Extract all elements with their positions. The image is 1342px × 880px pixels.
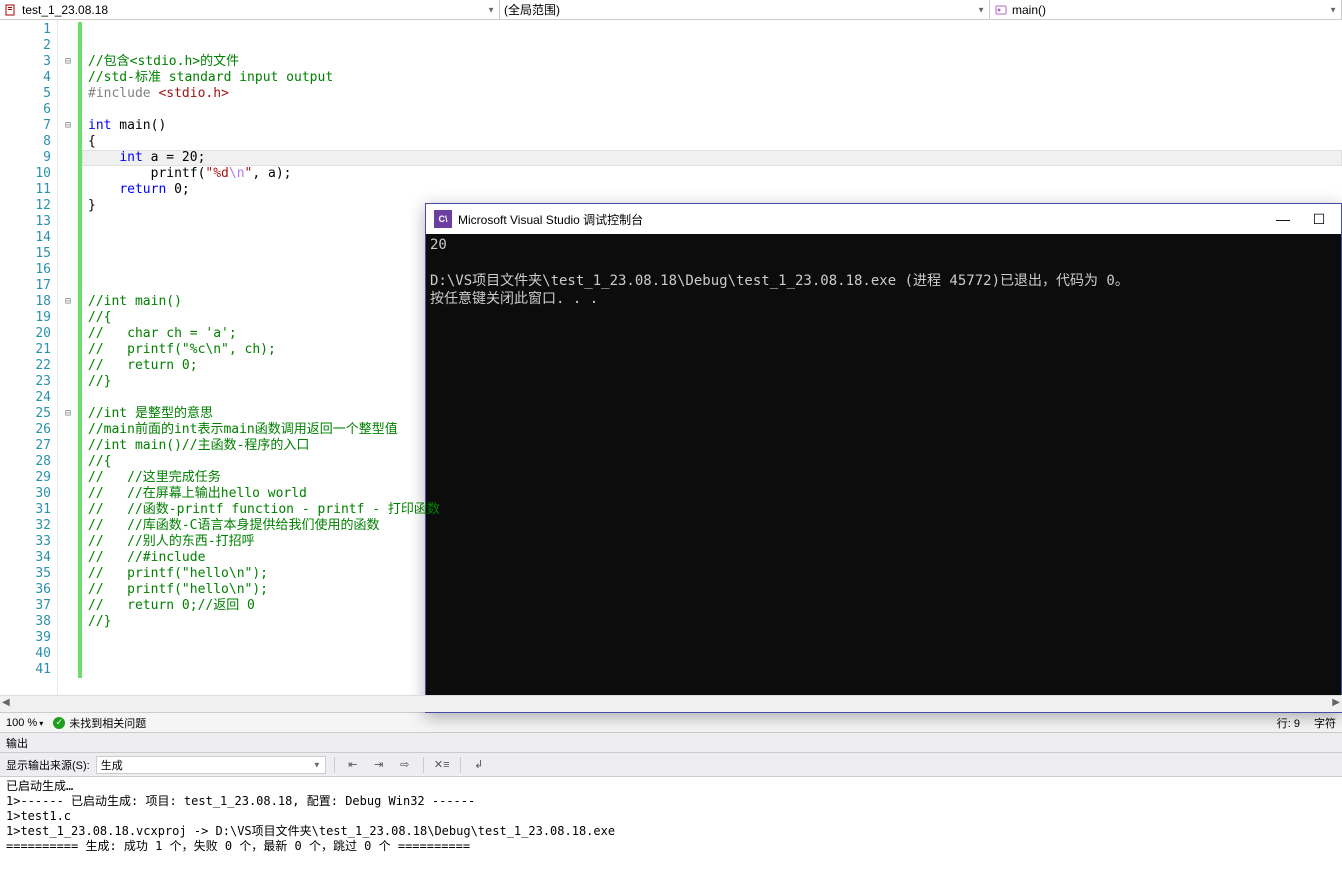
editor-horizontal-scrollbar[interactable]: ◀ ▶	[0, 695, 1342, 712]
scope-text: (全局范围)	[504, 1, 560, 18]
file-scope-text: test_1_23.08.18	[22, 3, 108, 17]
fold-margin[interactable]: ⊟ ⊟ ⊟ ⊟	[58, 20, 78, 695]
output-panel-title[interactable]: 输出	[0, 733, 1342, 753]
chevron-down-icon: ▼	[313, 760, 321, 769]
scope-combo[interactable]: (全局范围) ▼	[500, 0, 990, 19]
navigation-bar: test_1_23.08.18 ▼ (全局范围) ▼ main() ▼	[0, 0, 1342, 20]
chevron-down-icon: ▼	[977, 5, 985, 14]
goto-message-button[interactable]: ⇨	[395, 756, 415, 774]
output-panel: 输出 显示输出来源(S): 生成 ▼ ⇤ ⇥ ⇨ ✕≡ ↲ 已启动生成… 1>-…	[0, 732, 1342, 880]
function-combo[interactable]: main() ▼	[990, 0, 1342, 19]
separator	[334, 757, 335, 773]
word-wrap-button[interactable]: ↲	[469, 756, 489, 774]
chevron-down-icon: ▼	[1329, 5, 1337, 14]
editor-status-bar: 100 %▾ ✓ 未找到相关问题 行: 9 字符	[0, 712, 1342, 732]
ok-icon: ✓	[53, 717, 65, 729]
chevron-down-icon: ▼	[487, 5, 495, 14]
line-number-gutter: 1234567891011121314151617181920212223242…	[0, 20, 58, 695]
issues-text: 未找到相关问题	[69, 715, 146, 731]
line-indicator: 行: 9	[1277, 715, 1300, 731]
function-icon	[994, 3, 1008, 17]
scroll-right-icon[interactable]: ▶	[1332, 697, 1340, 708]
prev-message-button[interactable]: ⇤	[343, 756, 363, 774]
output-text[interactable]: 已启动生成… 1>------ 已启动生成: 项目: test_1_23.08.…	[0, 777, 1342, 880]
output-source-label: 显示输出来源(S):	[6, 757, 90, 773]
output-toolbar: 显示输出来源(S): 生成 ▼ ⇤ ⇥ ⇨ ✕≡ ↲	[0, 753, 1342, 777]
function-text: main()	[1012, 3, 1046, 17]
separator	[423, 757, 424, 773]
code-content[interactable]: //包含<stdio.h>的文件//std-标准 standard input …	[82, 20, 1342, 695]
code-editor[interactable]: 1234567891011121314151617181920212223242…	[0, 20, 1342, 695]
file-icon	[4, 3, 18, 17]
file-scope-combo[interactable]: test_1_23.08.18 ▼	[0, 0, 500, 19]
zoom-level[interactable]: 100 %▾	[6, 717, 43, 729]
clear-output-button[interactable]: ✕≡	[432, 756, 452, 774]
scroll-left-icon[interactable]: ◀	[2, 697, 10, 708]
separator	[460, 757, 461, 773]
output-source-combo[interactable]: 生成 ▼	[96, 756, 326, 774]
chevron-down-icon: ▾	[39, 719, 43, 728]
output-source-value: 生成	[101, 757, 123, 773]
char-indicator: 字符	[1314, 715, 1336, 731]
next-message-button[interactable]: ⇥	[369, 756, 389, 774]
